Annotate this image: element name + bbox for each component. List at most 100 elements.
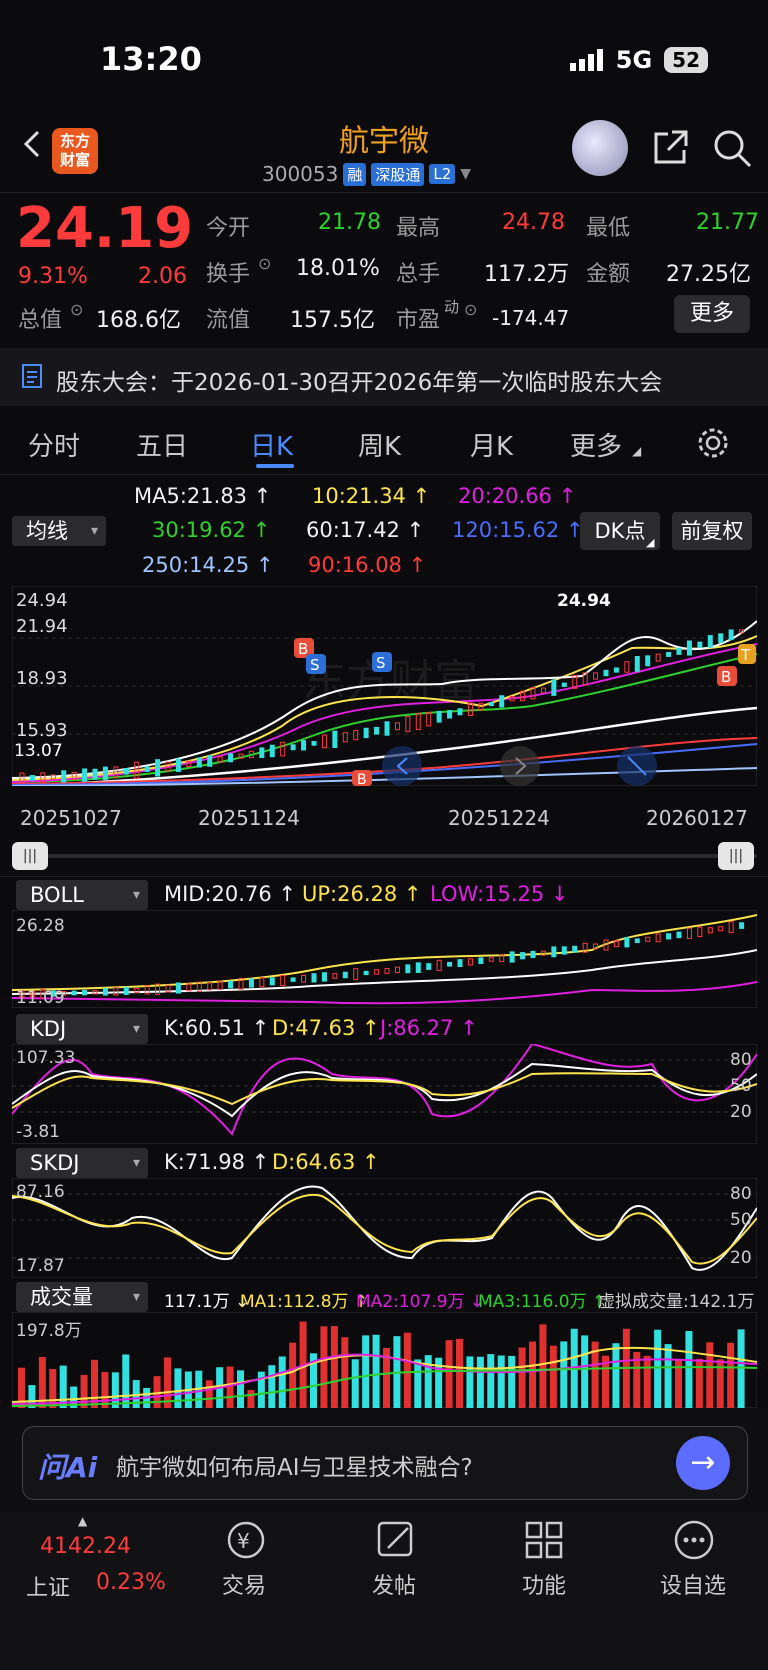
volume-bar <box>278 1356 286 1408</box>
volume-bar <box>80 1374 88 1408</box>
nav-functions[interactable]: 功能 <box>522 1568 566 1600</box>
volume-bar <box>560 1341 568 1408</box>
tab-intraday[interactable]: 分时 <box>28 426 80 463</box>
more-dots-icon[interactable] <box>672 1518 716 1562</box>
candlestick <box>572 945 578 953</box>
candlestick <box>342 971 348 979</box>
svg-text:B: B <box>357 772 367 786</box>
boll-chart[interactable] <box>12 910 757 1008</box>
candlestick <box>436 959 442 971</box>
date-label: 20260127 <box>646 806 748 830</box>
tab-daily-k[interactable]: 日K <box>250 426 293 463</box>
boll-selector[interactable]: BOLL <box>16 880 148 910</box>
candlestick <box>248 978 254 988</box>
candlestick <box>686 927 692 940</box>
ai-question[interactable]: 航宇微如何布局AI与卫星技术融合? <box>116 1448 473 1482</box>
index-value[interactable]: 4142.24 <box>40 1534 131 1559</box>
mcap-label: 总值 <box>18 308 63 333</box>
date-label: 20251027 <box>20 806 122 830</box>
amount-value: 27.25亿 <box>666 262 751 287</box>
volume-bar <box>695 1358 703 1408</box>
candlestick <box>332 973 338 979</box>
ma10-value: 10:21.34 ↑ <box>312 484 431 508</box>
trade-icon[interactable]: ¥ <box>224 1518 268 1562</box>
svg-text:¥: ¥ <box>237 1529 250 1553</box>
candlestick <box>82 989 88 996</box>
grid-icon[interactable] <box>522 1518 566 1562</box>
volume-bar <box>529 1341 536 1408</box>
candlestick <box>436 710 442 723</box>
info-icon[interactable]: ⊙ <box>70 300 83 319</box>
nav-add-watchlist[interactable]: 设自选 <box>660 1568 726 1600</box>
candlestick <box>697 641 703 648</box>
assistant-robot-icon[interactable] <box>572 120 628 176</box>
tab-five-day[interactable]: 五日 <box>136 426 188 463</box>
volume-bar <box>330 1326 338 1408</box>
volume-bar <box>581 1335 589 1408</box>
low-value: 21.77 <box>696 210 759 235</box>
change-percent: 9.31% <box>18 264 88 289</box>
candlestick <box>686 640 692 656</box>
candlestick <box>144 766 150 772</box>
float-value: 157.5亿 <box>290 308 375 333</box>
tab-weekly-k[interactable]: 周K <box>358 426 401 463</box>
range-handle-right[interactable]: ||| <box>718 842 754 870</box>
zoom-icon[interactable] <box>617 746 657 786</box>
candlestick <box>102 988 108 996</box>
candlestick <box>655 933 661 943</box>
candlestick <box>311 741 317 746</box>
kdj-selector[interactable]: KDJ <box>16 1014 148 1044</box>
more-button[interactable]: 更多 <box>674 295 750 333</box>
caret-up-icon: ▲ <box>78 1514 88 1528</box>
candlestick <box>269 744 275 758</box>
volume-bar <box>643 1355 651 1408</box>
volume-chart[interactable] <box>12 1312 757 1408</box>
volume-selector[interactable]: 成交量 <box>16 1282 148 1312</box>
turnover-label: 换手 <box>206 262 251 287</box>
adjust-button[interactable]: 前复权 <box>672 512 752 550</box>
low-label: 最低 <box>586 216 631 241</box>
ma-selector[interactable]: 均线 <box>12 516 106 546</box>
kdj-chart[interactable] <box>12 1044 757 1144</box>
candlestick <box>207 755 213 767</box>
index-name[interactable]: 上证 <box>26 1570 70 1602</box>
skdj-chart[interactable] <box>12 1178 757 1278</box>
candlestick <box>374 969 380 975</box>
ytick-1: 24.94 <box>16 590 68 611</box>
sell-signal-marker: S <box>372 652 392 672</box>
candlestick <box>259 977 265 988</box>
candlestick <box>123 986 129 996</box>
info-icon[interactable]: ⊙ <box>464 300 477 319</box>
volume-bar <box>664 1344 672 1408</box>
volume-bar <box>289 1342 297 1408</box>
candlestick <box>82 768 88 782</box>
ma30-value: 30:19.62 ↑ <box>152 518 271 542</box>
ma5-value: MA5:21.83 ↑ <box>134 484 272 508</box>
share-icon[interactable] <box>650 128 690 168</box>
nav-left-icon[interactable] <box>382 746 422 786</box>
tab-monthly-k[interactable]: 月K <box>470 426 513 463</box>
info-icon[interactable]: ⊙ <box>258 254 271 273</box>
nav-trade[interactable]: 交易 <box>222 1568 266 1600</box>
range-handle-left[interactable]: ||| <box>12 842 48 870</box>
kline-chart[interactable]: 东方财富 13.07 24.94 B B B S S T <box>12 586 757 786</box>
tab-more[interactable]: 更多 <box>570 426 622 463</box>
tag-connect: 深股通 <box>371 162 425 186</box>
search-icon[interactable] <box>712 128 752 168</box>
volume-value: 117.2万 <box>484 262 569 287</box>
stock-code-row[interactable]: 300053 融 深股通 L2 ▼ <box>262 162 471 186</box>
pe-superscript: 动 <box>444 298 460 316</box>
arrow-right-icon[interactable]: → <box>676 1436 730 1490</box>
candlestick <box>728 921 734 934</box>
gear-icon[interactable] <box>696 426 730 460</box>
ma20-value: 20:20.66 ↑ <box>458 484 577 508</box>
status-indicators: 5G 52 <box>569 46 708 74</box>
nav-right-icon[interactable] <box>500 746 540 786</box>
nav-post[interactable]: 发帖 <box>372 1568 416 1600</box>
open-value: 21.78 <box>318 210 381 235</box>
skdj-selector[interactable]: SKDJ <box>16 1148 148 1178</box>
candlestick <box>561 682 567 687</box>
edit-icon[interactable] <box>374 1518 418 1562</box>
index-percent[interactable]: 0.23% <box>96 1570 166 1595</box>
candlestick <box>269 977 275 986</box>
